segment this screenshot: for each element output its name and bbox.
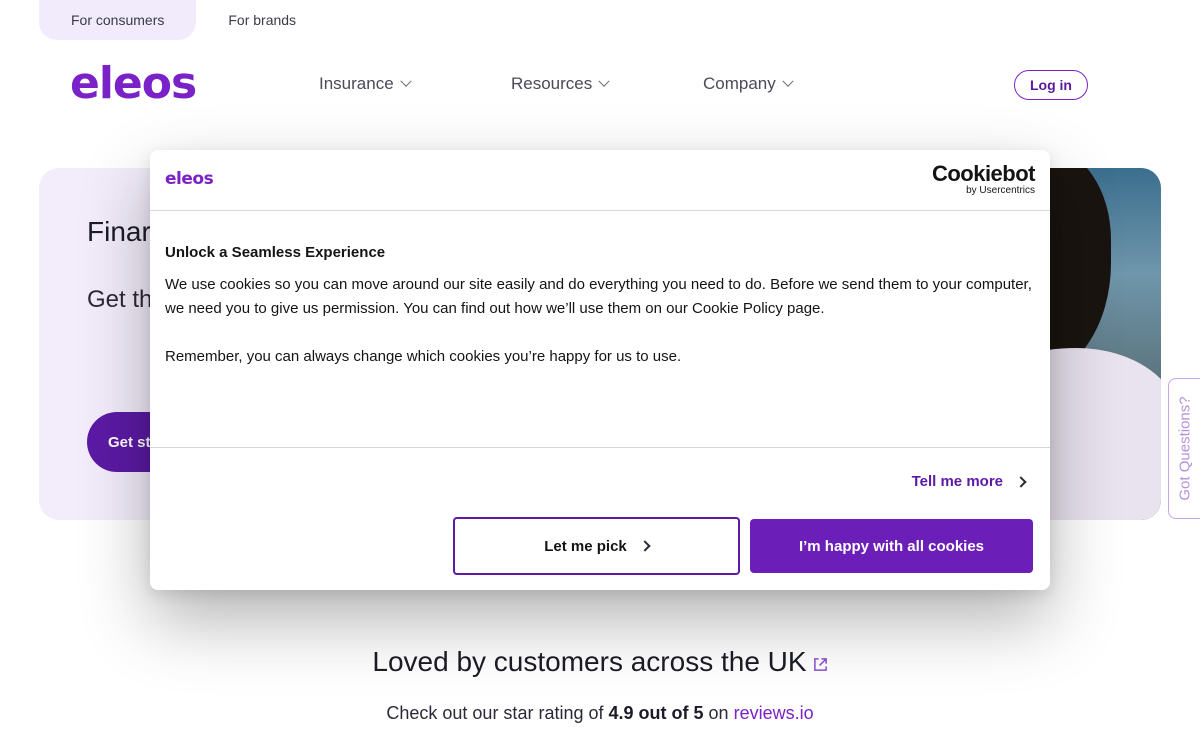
nav-resources[interactable]: Resources [511, 74, 610, 94]
cookie-dialog-divider [150, 447, 1050, 448]
reviews-heading-text: Loved by customers across the UK [372, 646, 807, 677]
nav-company-label: Company [703, 74, 776, 93]
nav-company[interactable]: Company [703, 74, 794, 94]
tell-me-more-link[interactable]: Tell me more [911, 473, 1027, 490]
cookie-dialog-text-2: Remember, you can always change which co… [165, 348, 682, 365]
reviews-heading: Loved by customers across the UK [0, 646, 1200, 678]
external-link-icon[interactable] [813, 657, 828, 672]
tab-for-consumers[interactable]: For consumers [39, 0, 197, 40]
hero-title: Finar [87, 216, 151, 247]
rating-middle: on [708, 703, 729, 723]
cookie-dialog-header: eleos Cookiebot by Usercentrics [150, 150, 1050, 211]
cookie-dialog-title: Unlock a Seamless Experience [165, 244, 386, 261]
cookiebot-logo[interactable]: Cookiebot by Usercentrics [931, 161, 1036, 197]
cookie-dialog-text: We use cookies so you can move around ou… [165, 276, 1032, 317]
nav-resources-label: Resources [511, 74, 593, 93]
dialog-eleos-logo: eleos [165, 169, 214, 189]
accept-all-cookies-button[interactable]: I’m happy with all cookies [750, 519, 1033, 573]
reviews-io-link[interactable]: reviews.io [734, 703, 814, 723]
main-nav: Insurance Resources Company [0, 74, 900, 96]
let-me-pick-button[interactable]: Let me pick [453, 517, 740, 575]
cookiebot-name: Cookiebot [931, 161, 1036, 186]
nav-insurance[interactable]: Insurance [319, 74, 412, 94]
cookie-consent-dialog: eleos Cookiebot by Usercentrics Unlock a… [150, 150, 1050, 590]
cookiebot-by: by Usercentrics [966, 185, 1035, 196]
rating-prefix: Check out our star rating of [386, 703, 604, 723]
tab-for-brands[interactable]: For brands [196, 0, 328, 40]
chevron-down-icon [782, 75, 794, 87]
chevron-down-icon [400, 75, 412, 87]
chevron-down-icon [598, 75, 610, 87]
audience-tabs: For consumers For brands [39, 0, 328, 40]
login-button[interactable]: Log in [1014, 70, 1088, 100]
tell-me-more-label: Tell me more [911, 473, 1003, 490]
let-me-pick-label: Let me pick [544, 537, 627, 555]
cookie-dialog-body: Unlock a Seamless Experience We use cook… [165, 212, 1037, 369]
rating-value: 4.9 out of 5 [608, 703, 704, 723]
chevron-right-icon [1015, 475, 1027, 488]
rating-line: Check out our star rating of 4.9 out of … [0, 703, 1200, 724]
got-questions-tab[interactable]: Got Questions? [1168, 378, 1200, 519]
chevron-right-icon [639, 540, 651, 552]
got-questions-label: Got Questions? [1177, 396, 1195, 501]
nav-insurance-label: Insurance [319, 74, 394, 93]
